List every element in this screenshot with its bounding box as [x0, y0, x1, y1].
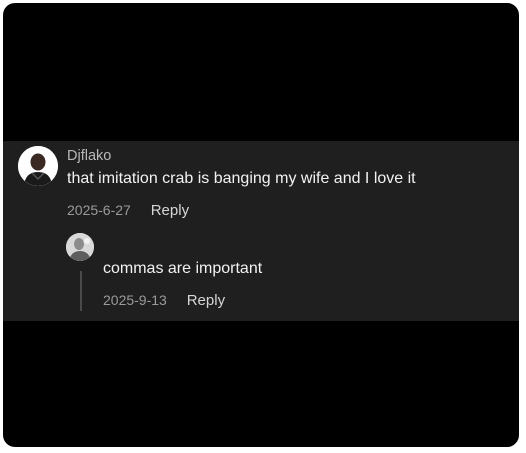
- reply-user-avatar[interactable]: [66, 233, 94, 261]
- comment-username[interactable]: Djflako: [67, 148, 111, 164]
- user-avatar[interactable]: [18, 146, 58, 186]
- comment-meta: 2025-6-27 Reply: [67, 202, 189, 219]
- reply-meta: 2025-9-13 Reply: [103, 292, 225, 309]
- person-icon: [66, 233, 94, 261]
- reply-button[interactable]: Reply: [151, 202, 189, 219]
- reply-to-reply-button[interactable]: Reply: [187, 292, 225, 309]
- comment-date: 2025-6-27: [67, 202, 131, 218]
- comment-text: that imitation crab is banging my wife a…: [67, 170, 416, 187]
- thread-line: [80, 271, 82, 311]
- screenshot-frame: Djflako that imitation crab is banging m…: [3, 3, 519, 447]
- reply-text: commas are important: [103, 260, 263, 277]
- person-icon: [18, 146, 58, 186]
- comment-thread: Djflako that imitation crab is banging m…: [3, 141, 519, 321]
- reply-date: 2025-9-13: [103, 292, 167, 308]
